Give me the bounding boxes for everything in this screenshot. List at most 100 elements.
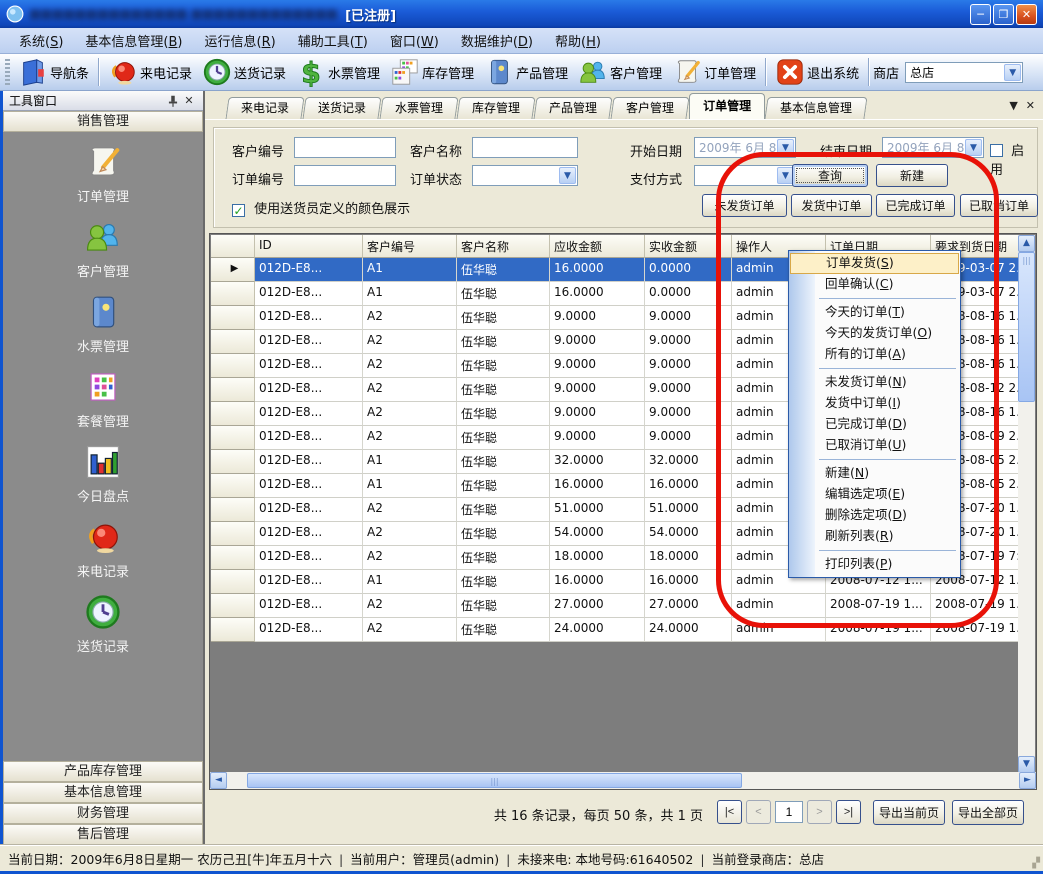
pin-icon[interactable]: [165, 94, 181, 108]
customer-name-input[interactable]: [472, 137, 578, 158]
sidebar-section-产品库存管理[interactable]: 产品库存管理: [3, 761, 203, 782]
context-menu-item-回单确认[interactable]: 回单确认(C): [789, 274, 960, 295]
row-selector-cell[interactable]: [211, 474, 255, 498]
enable-checkbox[interactable]: 启用: [990, 140, 1037, 178]
tab-来电记录[interactable]: 来电记录: [225, 97, 304, 119]
menu-item-系统[interactable]: 系统(S): [8, 28, 74, 53]
toolbar-button-导航条[interactable]: 导航条: [13, 55, 94, 89]
chevron-down-icon[interactable]: ▼: [965, 139, 982, 156]
order-status-combobox[interactable]: ▼: [472, 165, 578, 186]
context-menu-item-发货中订单[interactable]: 发货中订单(I): [789, 393, 960, 414]
customer-no-input[interactable]: [294, 137, 396, 158]
shop-combobox[interactable]: 总店 ▼: [905, 62, 1023, 83]
table-row[interactable]: 012D-E8...A2伍华聪24.000024.0000admin2008-0…: [211, 618, 1018, 642]
menu-item-辅助工具[interactable]: 辅助工具(T): [287, 28, 379, 53]
status-filter-button-发货中订单[interactable]: 发货中订单: [791, 194, 872, 217]
vertical-scroll-thumb[interactable]: [1018, 252, 1035, 402]
row-selector-cell[interactable]: [211, 426, 255, 450]
close-icon[interactable]: ✕: [181, 94, 197, 108]
grid-column-header-实收金额[interactable]: 实收金额: [645, 235, 732, 258]
row-selector-cell[interactable]: [211, 354, 255, 378]
query-button[interactable]: 查询: [792, 164, 868, 187]
row-selector-cell[interactable]: [211, 594, 255, 618]
page-number-input[interactable]: [775, 801, 803, 823]
first-page-button[interactable]: |<: [717, 800, 742, 824]
row-selector-cell[interactable]: [211, 402, 255, 426]
toolbar-button-库存管理[interactable]: 库存管理: [385, 55, 479, 89]
context-menu-item-新建[interactable]: 新建(N): [789, 463, 960, 484]
menu-item-帮助[interactable]: 帮助(H): [544, 28, 612, 53]
sidebar-item-客户管理[interactable]: 客户管理: [3, 218, 203, 280]
row-selector-cell[interactable]: [211, 546, 255, 570]
color-display-checkbox[interactable]: ✓ 使用送货员定义的颜色展示: [232, 198, 410, 217]
table-row[interactable]: 012D-E8...A2伍华聪27.000027.0000admin2008-0…: [211, 594, 1018, 618]
grid-column-header-客户编号[interactable]: 客户编号: [363, 235, 457, 258]
tab-库存管理[interactable]: 库存管理: [457, 97, 536, 119]
toolbar-button-客户管理[interactable]: 客户管理: [573, 55, 667, 89]
color-display-checkbox-box[interactable]: ✓: [232, 204, 245, 217]
context-menu-item-打印列表[interactable]: 打印列表(P): [789, 554, 960, 575]
prev-page-button[interactable]: <: [746, 800, 771, 824]
toolbar-button-送货记录[interactable]: 送货记录: [197, 55, 291, 89]
horizontal-scrollbar[interactable]: ◄ ►: [210, 772, 1036, 789]
menu-item-窗口[interactable]: 窗口(W): [379, 28, 450, 53]
tab-客户管理[interactable]: 客户管理: [611, 97, 690, 119]
tab-订单管理[interactable]: 订单管理: [689, 93, 765, 119]
row-selector-cell[interactable]: [211, 570, 255, 594]
minimize-button[interactable]: ─: [970, 4, 991, 25]
context-menu-item-已取消订单[interactable]: 已取消订单(U): [789, 435, 960, 456]
context-menu-item-删除选定项[interactable]: 删除选定项(D): [789, 505, 960, 526]
row-selector-cell[interactable]: [211, 522, 255, 546]
status-filter-button-已取消订单[interactable]: 已取消订单: [960, 194, 1038, 217]
status-filter-button-未发货订单[interactable]: 未发货订单: [702, 194, 787, 217]
toolbar-button-水票管理[interactable]: $水票管理: [291, 55, 385, 89]
sidebar-section-sales[interactable]: 销售管理: [3, 111, 203, 132]
context-menu-item-刷新列表[interactable]: 刷新列表(R): [789, 526, 960, 547]
sidebar-item-今日盘点[interactable]: 今日盘点: [3, 443, 203, 505]
row-selector-cell[interactable]: [211, 498, 255, 522]
tab-scroll-chevron-down-icon[interactable]: ▼: [1009, 99, 1017, 112]
context-menu-item-今天的发货订单[interactable]: 今天的发货订单(O): [789, 323, 960, 344]
vertical-scrollbar[interactable]: ▲ ▼: [1018, 235, 1035, 773]
context-menu-item-订单发货[interactable]: 订单发货(S): [790, 253, 959, 274]
toolbar-button-来电记录[interactable]: 来电记录: [103, 55, 197, 89]
row-selector-cell[interactable]: ▶: [211, 258, 255, 282]
scroll-up-icon[interactable]: ▲: [1018, 235, 1035, 252]
chevron-down-icon[interactable]: ▼: [777, 139, 794, 156]
resize-grip[interactable]: ▞: [1032, 858, 1041, 869]
chevron-down-icon[interactable]: ▼: [559, 167, 576, 184]
end-date-picker[interactable]: 2009年 6月 8日 ▼: [882, 137, 984, 158]
chevron-down-icon[interactable]: ▼: [1004, 64, 1021, 81]
grid-column-header-ID[interactable]: ID: [255, 235, 363, 258]
sidebar-item-来电记录[interactable]: 来电记录: [3, 518, 203, 580]
enable-checkbox-box[interactable]: [990, 144, 1003, 157]
grid-column-header-应收金额[interactable]: 应收金额: [550, 235, 645, 258]
row-selector-cell[interactable]: [211, 282, 255, 306]
new-button[interactable]: 新建: [876, 164, 948, 187]
horizontal-scroll-thumb[interactable]: [247, 773, 742, 788]
row-selector-cell[interactable]: [211, 618, 255, 642]
row-selector-cell[interactable]: [211, 450, 255, 474]
row-selector-cell[interactable]: [211, 330, 255, 354]
context-menu-item-所有的订单[interactable]: 所有的订单(A): [789, 344, 960, 365]
last-page-button[interactable]: >|: [836, 800, 861, 824]
tab-水票管理[interactable]: 水票管理: [379, 97, 458, 119]
export-current-page-button[interactable]: 导出当前页: [873, 800, 945, 825]
sidebar-section-售后管理[interactable]: 售后管理: [3, 824, 203, 845]
tab-基本信息管理[interactable]: 基本信息管理: [765, 97, 868, 119]
close-button[interactable]: ✕: [1016, 4, 1037, 25]
tab-close-icon[interactable]: ✕: [1026, 99, 1035, 112]
toolbar-button-产品管理[interactable]: 产品管理: [479, 55, 573, 89]
scroll-down-icon[interactable]: ▼: [1018, 756, 1035, 773]
restore-button[interactable]: ❐: [993, 4, 1014, 25]
status-filter-button-已完成订单[interactable]: 已完成订单: [876, 194, 955, 217]
tab-产品管理[interactable]: 产品管理: [534, 97, 613, 119]
context-menu-item-未发货订单[interactable]: 未发货订单(N): [789, 372, 960, 393]
sidebar-item-订单管理[interactable]: 订单管理: [3, 143, 203, 205]
sidebar-item-送货记录[interactable]: 送货记录: [3, 593, 203, 655]
sidebar-section-财务管理[interactable]: 财务管理: [3, 803, 203, 824]
sidebar-section-基本信息管理[interactable]: 基本信息管理: [3, 782, 203, 803]
pay-method-combobox[interactable]: ▼: [694, 165, 796, 186]
sidebar-item-套餐管理[interactable]: 套餐管理: [3, 368, 203, 430]
next-page-button[interactable]: >: [807, 800, 832, 824]
